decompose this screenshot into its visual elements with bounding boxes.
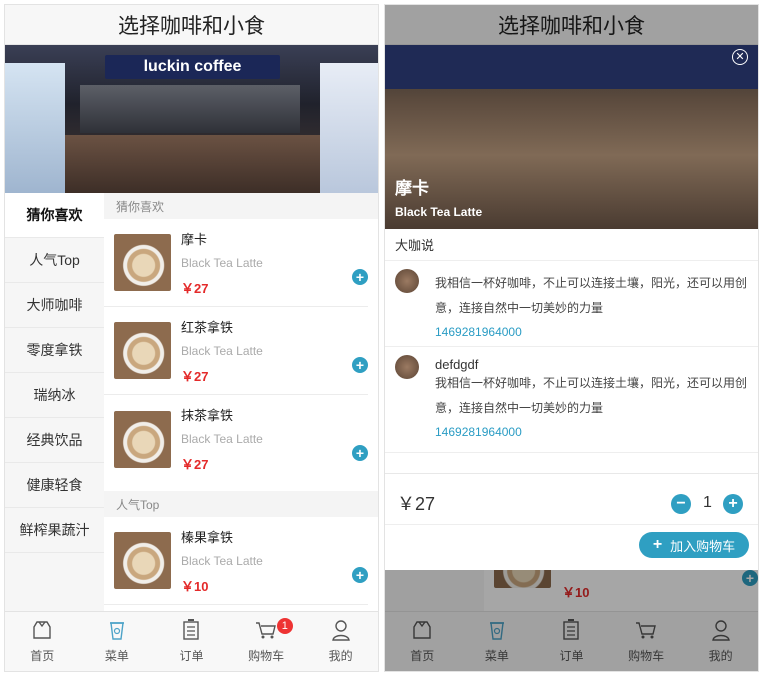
comment-item: 我相信一杯好咖啡，不止可以连接土壤，阳光，还可以用创意，连接自然中一切美妙的力量… bbox=[385, 261, 758, 347]
product-detail-screen: 选择咖啡和小食 ￥10 + 首页 菜单 订单 购物车 我的 ✕ 摩卡 Black… bbox=[384, 4, 759, 672]
comment-timestamp: 1469281964000 bbox=[435, 425, 522, 439]
category-item[interactable]: 大师咖啡 bbox=[5, 283, 104, 328]
modal-product-subtitle: Black Tea Latte bbox=[395, 205, 483, 219]
product-subtitle: Black Tea Latte bbox=[181, 432, 263, 446]
product-subtitle: Black Tea Latte bbox=[181, 255, 263, 270]
add-item-icon[interactable]: + bbox=[352, 357, 368, 373]
product-image bbox=[114, 532, 171, 589]
comment-timestamp: 1469281964000 bbox=[435, 325, 522, 339]
promo-poster-right bbox=[320, 63, 378, 193]
menu-screen: 选择咖啡和小食 luckin coffee 猜你喜欢 人气Top 大师咖啡 零度… bbox=[4, 4, 379, 672]
modal-product-name: 摩卡 bbox=[395, 179, 429, 198]
section-header: 猜你喜欢 bbox=[104, 193, 378, 219]
product-name: 抹茶拿铁 bbox=[181, 408, 234, 423]
product-subtitle: Black Tea Latte bbox=[181, 343, 263, 358]
store-banner[interactable]: luckin coffee bbox=[5, 45, 378, 193]
product-price: ￥27 bbox=[181, 368, 209, 384]
category-item[interactable]: 鲜榨果蔬汁 bbox=[5, 508, 104, 553]
close-icon[interactable]: ✕ bbox=[732, 49, 748, 65]
plus-icon: + bbox=[652, 536, 663, 553]
category-item[interactable]: 经典饮品 bbox=[5, 418, 104, 463]
product-row[interactable]: 抹茶拿铁 Black Tea Latte ￥27 + bbox=[104, 395, 368, 483]
product-subtitle: Black Tea Latte bbox=[181, 553, 263, 568]
decrease-quantity-button[interactable]: − bbox=[671, 494, 691, 514]
add-to-cart-label: 加入购物车 bbox=[670, 538, 736, 554]
section-header: 人气Top bbox=[104, 491, 378, 517]
banner-shelf bbox=[80, 85, 300, 133]
tab-home[interactable]: 首页 bbox=[5, 612, 80, 671]
add-to-cart-button[interactable]: + 加入购物车 bbox=[639, 532, 749, 558]
divider bbox=[385, 524, 758, 525]
product-price: ￥10 bbox=[181, 578, 209, 594]
product-image bbox=[114, 322, 171, 379]
product-name: 摩卡 bbox=[181, 231, 208, 247]
increase-quantity-button[interactable]: + bbox=[723, 494, 743, 514]
category-item[interactable]: 健康轻食 bbox=[5, 463, 104, 508]
product-hero-image: ✕ 摩卡 Black Tea Latte bbox=[385, 45, 758, 229]
tab-orders[interactable]: 订单 bbox=[154, 612, 229, 671]
page-title: 选择咖啡和小食 bbox=[5, 5, 378, 45]
comment-text: 我相信一杯好咖啡，不止可以连接土壤，阳光，还可以用创意，连接自然中一切美妙的力量 bbox=[435, 376, 748, 415]
product-name: 红茶拿铁 bbox=[181, 319, 234, 335]
store-sign: luckin coffee bbox=[105, 55, 280, 79]
banner-counter bbox=[65, 135, 325, 193]
tab-cart[interactable]: 购物车 1 bbox=[229, 612, 304, 671]
cart-badge: 1 bbox=[276, 618, 293, 634]
product-image bbox=[114, 234, 171, 291]
modal-price: ￥27 bbox=[397, 494, 436, 514]
product-list[interactable]: 猜你喜欢 摩卡 Black Tea Latte ￥27 + 红茶拿铁 Black… bbox=[104, 193, 378, 613]
product-name: 榛果拿铁 bbox=[181, 529, 234, 545]
add-item-icon[interactable]: + bbox=[352, 445, 368, 461]
tab-bar: 首页 菜单 订单 购物车 1 我的 bbox=[5, 611, 378, 671]
comment-item: defdgdf 我相信一杯好咖啡，不止可以连接土壤，阳光，还可以用创意，连接自然… bbox=[385, 347, 758, 453]
user-icon bbox=[329, 619, 353, 641]
home-icon bbox=[30, 619, 54, 641]
product-row[interactable]: 红茶拿铁 Black Tea Latte ￥27 + bbox=[104, 307, 368, 395]
product-price: ￥27 bbox=[181, 280, 209, 296]
comment-user: defdgdf bbox=[435, 357, 479, 372]
avatar bbox=[395, 355, 419, 379]
product-row[interactable]: 榛果拿铁 Black Tea Latte ￥10 + bbox=[104, 517, 368, 605]
tab-label: 首页 bbox=[30, 649, 55, 663]
comments-header: 大咖说 bbox=[385, 229, 758, 261]
order-icon bbox=[179, 619, 203, 641]
tab-profile[interactable]: 我的 bbox=[303, 612, 378, 671]
product-price: ￥27 bbox=[181, 457, 209, 472]
cart-icon bbox=[254, 619, 278, 641]
menu-cup-icon bbox=[105, 619, 129, 641]
category-item[interactable]: 猜你喜欢 bbox=[5, 193, 104, 238]
product-image bbox=[114, 410, 171, 468]
product-row[interactable]: 摩卡 Black Tea Latte ￥27 + bbox=[104, 219, 368, 307]
avatar bbox=[395, 269, 419, 293]
hero-top-strip bbox=[385, 45, 758, 89]
quantity-value: 1 bbox=[703, 494, 712, 511]
tab-label: 我的 bbox=[328, 649, 353, 663]
comment-text: 我相信一杯好咖啡，不止可以连接土壤，阳光，还可以用创意，连接自然中一切美妙的力量 bbox=[435, 276, 748, 315]
add-item-icon[interactable]: + bbox=[352, 567, 368, 583]
tab-menu[interactable]: 菜单 bbox=[80, 612, 155, 671]
category-item[interactable]: 瑞纳冰 bbox=[5, 373, 104, 418]
tab-label: 购物车 bbox=[248, 649, 285, 663]
category-item[interactable]: 人气Top bbox=[5, 238, 104, 283]
tab-label: 菜单 bbox=[104, 649, 129, 663]
add-item-icon[interactable]: + bbox=[352, 269, 368, 285]
tab-label: 订单 bbox=[179, 649, 204, 663]
purchase-bar: ￥27 − 1 + + 加入购物车 bbox=[385, 473, 758, 570]
product-detail-modal: ✕ 摩卡 Black Tea Latte 大咖说 我相信一杯好咖啡，不止可以连接… bbox=[385, 45, 758, 570]
category-item[interactable]: 零度拿铁 bbox=[5, 328, 104, 373]
category-sidebar: 猜你喜欢 人气Top 大师咖啡 零度拿铁 瑞纳冰 经典饮品 健康轻食 鲜榨果蔬汁 bbox=[5, 193, 104, 613]
promo-poster-left bbox=[5, 63, 65, 193]
